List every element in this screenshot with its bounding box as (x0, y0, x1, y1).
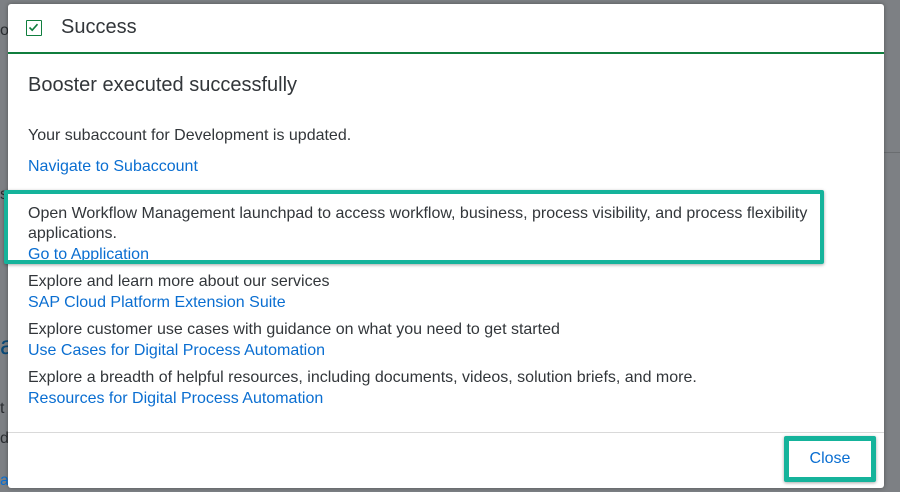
explore-services-text: Explore and learn more about our service… (28, 273, 330, 290)
use-cases-link[interactable]: Use Cases for Digital Process Automation (28, 341, 325, 361)
go-to-application-link[interactable]: Go to Application (28, 245, 149, 265)
explore-use-cases-text: Explore customer use cases with guidance… (28, 321, 560, 338)
background-text-fragment: t (0, 400, 5, 417)
close-button[interactable]: Close (784, 436, 876, 482)
dialog-header: Success (8, 4, 884, 54)
dialog-title: Success (61, 16, 137, 38)
background-text-fragment: s (0, 186, 8, 203)
checkbox-checked-icon (26, 20, 42, 36)
navigate-to-subaccount-link[interactable]: Navigate to Subaccount (28, 157, 198, 177)
dialog-heading: Booster executed successfully (28, 74, 298, 96)
updated-message: Your subaccount for Development is updat… (28, 127, 352, 144)
extension-suite-link[interactable]: SAP Cloud Platform Extension Suite (28, 293, 286, 313)
explore-resources-text: Explore a breadth of helpful resources, … (28, 369, 697, 386)
success-dialog: Success Booster executed successfully Yo… (8, 4, 884, 488)
background-divider (884, 152, 900, 153)
resources-link[interactable]: Resources for Digital Process Automation (28, 389, 323, 409)
dialog-footer (8, 432, 884, 488)
workflow-description: Open Workflow Management launchpad to ac… (28, 205, 808, 242)
